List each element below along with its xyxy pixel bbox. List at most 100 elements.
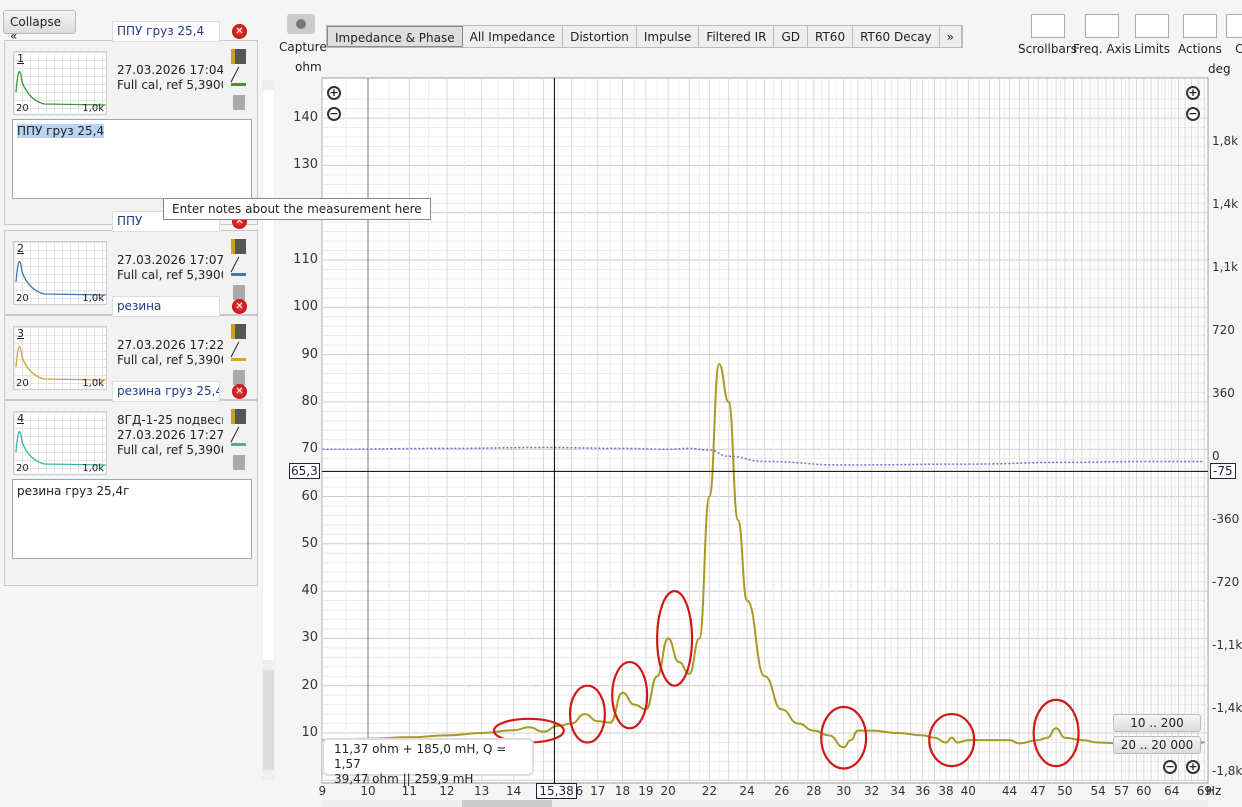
y2-tick-label: 360 bbox=[1212, 386, 1235, 400]
notes-text: ППУ груз 25,4 bbox=[17, 124, 105, 138]
notes-text: резина груз 25,4г bbox=[17, 484, 130, 498]
measurement-card[interactable]: резина груз 25,4г ✕ 4 20 1,0k 8ГД-1-25 п… bbox=[4, 381, 258, 586]
measurement-thumbnail[interactable]: 3 20 1,0k bbox=[13, 326, 107, 390]
save-icon[interactable] bbox=[231, 49, 246, 64]
x-tick-label: 64 bbox=[1164, 784, 1180, 798]
pen-color-icon[interactable]: ╱ bbox=[231, 69, 246, 86]
thumbnail-trace bbox=[15, 261, 107, 296]
save-icon[interactable] bbox=[231, 324, 246, 339]
measurement-description: 8ГД-1-25 подвесы bbox=[117, 413, 223, 427]
cursor-freq-label: 15,38 bbox=[536, 783, 577, 799]
x-tick-label: 18 bbox=[614, 784, 631, 798]
measurement-timestamp: 27.03.2026 17:07:0 bbox=[117, 253, 223, 267]
x-tick-label: 24 bbox=[739, 784, 755, 798]
notes-textarea[interactable]: ППУ груз 25,4 bbox=[12, 119, 252, 199]
thumb-min-label: 20 bbox=[16, 293, 29, 304]
x-tick-label: 50 bbox=[1057, 784, 1073, 798]
y-tick-label: 70 bbox=[301, 441, 318, 457]
y-tick-label: 50 bbox=[301, 535, 318, 551]
zoom-out-x-icon[interactable]: − bbox=[1163, 760, 1177, 774]
save-icon[interactable] bbox=[231, 239, 246, 254]
x-tick-label: 10 bbox=[360, 784, 376, 798]
measurement-info: 27.03.2026 17:22:5 Full cal, ref 5,3900 bbox=[117, 338, 223, 368]
thumb-max-label: 1,0k bbox=[82, 378, 104, 389]
y-tick-label: 130 bbox=[293, 157, 318, 173]
measurement-number: 2 bbox=[17, 242, 24, 255]
x-tick-label: 26 bbox=[774, 784, 790, 798]
pen-color-icon[interactable]: ╱ bbox=[231, 344, 246, 361]
x-tick-label: 22 bbox=[701, 784, 718, 798]
document-icon[interactable] bbox=[233, 455, 245, 470]
y-tick-label: 10 bbox=[301, 725, 318, 740]
document-icon[interactable] bbox=[233, 370, 245, 385]
y-tick-label: 30 bbox=[301, 630, 318, 646]
zoom-in-x-icon[interactable]: + bbox=[1186, 760, 1200, 774]
pen-color-icon[interactable]: ╱ bbox=[231, 429, 246, 446]
zoom-out-y2-icon[interactable]: − bbox=[1186, 107, 1200, 121]
x-tick-label: 28 bbox=[806, 784, 822, 798]
measurement-cal: Full cal, ref 5,3900 bbox=[117, 443, 223, 457]
thumbnail-trace bbox=[15, 431, 107, 466]
save-icon[interactable] bbox=[231, 409, 246, 424]
y-tick-label: 90 bbox=[301, 346, 318, 362]
x-tick-label: 14 bbox=[506, 784, 522, 798]
thumb-min-label: 20 bbox=[16, 378, 29, 389]
measurement-cal: Full cal, ref 5,3900 bbox=[117, 268, 223, 282]
thumb-max-label: 1,0k bbox=[82, 293, 104, 304]
measurement-timestamp: 27.03.2026 17:27:5 bbox=[117, 428, 223, 442]
measurement-name-input[interactable]: ППУ груз 25,4 bbox=[112, 21, 220, 42]
zoom-out-y-icon[interactable]: − bbox=[327, 107, 341, 121]
close-measurement-icon[interactable]: ✕ bbox=[232, 24, 247, 39]
x-tick-label: 13 bbox=[473, 784, 490, 798]
x-tick-label: 36 bbox=[914, 784, 931, 798]
x-tick-label: 32 bbox=[863, 784, 880, 798]
document-icon[interactable] bbox=[233, 95, 245, 110]
y2-tick-label: -720 bbox=[1212, 575, 1240, 589]
x-tick-label: 30 bbox=[836, 784, 852, 798]
y2-tick-label: -360 bbox=[1212, 512, 1240, 526]
pen-color-icon[interactable]: ╱ bbox=[231, 259, 246, 276]
measurement-name-input[interactable]: резина груз 25,4г bbox=[112, 381, 220, 402]
thumb-min-label: 20 bbox=[16, 463, 29, 474]
close-measurement-icon[interactable]: ✕ bbox=[232, 384, 247, 399]
measurement-thumbnail[interactable]: 2 20 1,0k bbox=[13, 241, 107, 305]
measurement-info: 8ГД-1-25 подвесы 27.03.2026 17:27:5 Full… bbox=[117, 413, 223, 458]
thumb-min-label: 20 bbox=[16, 103, 29, 114]
x-tick-label: 12 bbox=[439, 784, 455, 798]
x-tick-label: 20 bbox=[660, 784, 676, 798]
measurement-number: 4 bbox=[17, 412, 24, 425]
range-10-200-button[interactable]: 10 .. 200 bbox=[1113, 714, 1201, 732]
range-20-20000-button[interactable]: 20 .. 20 000 bbox=[1113, 736, 1201, 754]
y-tick-label: 60 bbox=[301, 488, 318, 504]
readout-box: 11,37 ohm + 185,0 mH, Q = 1,57 39,47 ohm… bbox=[322, 738, 534, 786]
thumb-max-label: 1,0k bbox=[82, 103, 104, 114]
cursor-deg-label: -75 bbox=[1210, 463, 1236, 480]
x-tick-label: 19 bbox=[638, 784, 654, 798]
measurement-timestamp: 27.03.2026 17:04:5 bbox=[117, 63, 223, 77]
measurement-cal: Full cal, ref 5,3900 bbox=[117, 78, 223, 92]
y2-tick-label: -1,4k bbox=[1212, 701, 1242, 715]
measurement-name-input[interactable]: резина bbox=[112, 296, 220, 317]
zoom-in-y-icon[interactable]: + bbox=[327, 86, 341, 100]
measurement-number: 1 bbox=[17, 52, 24, 65]
y-tick-label: 110 bbox=[293, 252, 318, 267]
x-tick-label: 38 bbox=[938, 784, 954, 798]
x-tick-label: 11 bbox=[401, 784, 417, 798]
notes-tooltip: Enter notes about the measurement here bbox=[163, 198, 431, 220]
y-tick-label: 40 bbox=[301, 583, 318, 599]
close-measurement-icon[interactable]: ✕ bbox=[232, 299, 247, 314]
zoom-in-y2-icon[interactable]: + bbox=[1186, 86, 1200, 100]
x-tick-label: 34 bbox=[890, 784, 906, 798]
x-tick-label: 17 bbox=[590, 784, 606, 798]
x-scrollbar[interactable] bbox=[322, 800, 1208, 807]
y-tick-label: 140 bbox=[293, 110, 318, 126]
x-tick-label: 57 bbox=[1113, 784, 1130, 798]
notes-textarea[interactable]: резина груз 25,4г bbox=[12, 479, 252, 559]
x-tick-label: 44 bbox=[1001, 784, 1018, 798]
x-tick-label: 54 bbox=[1090, 784, 1106, 798]
y-tick-label: 20 bbox=[301, 677, 318, 693]
measurement-thumbnail[interactable]: 1 20 1,0k bbox=[13, 51, 107, 115]
measurement-info: 27.03.2026 17:04:5 Full cal, ref 5,3900 bbox=[117, 63, 223, 93]
measurement-thumbnail[interactable]: 4 20 1,0k bbox=[13, 411, 107, 475]
document-icon[interactable] bbox=[233, 285, 245, 300]
